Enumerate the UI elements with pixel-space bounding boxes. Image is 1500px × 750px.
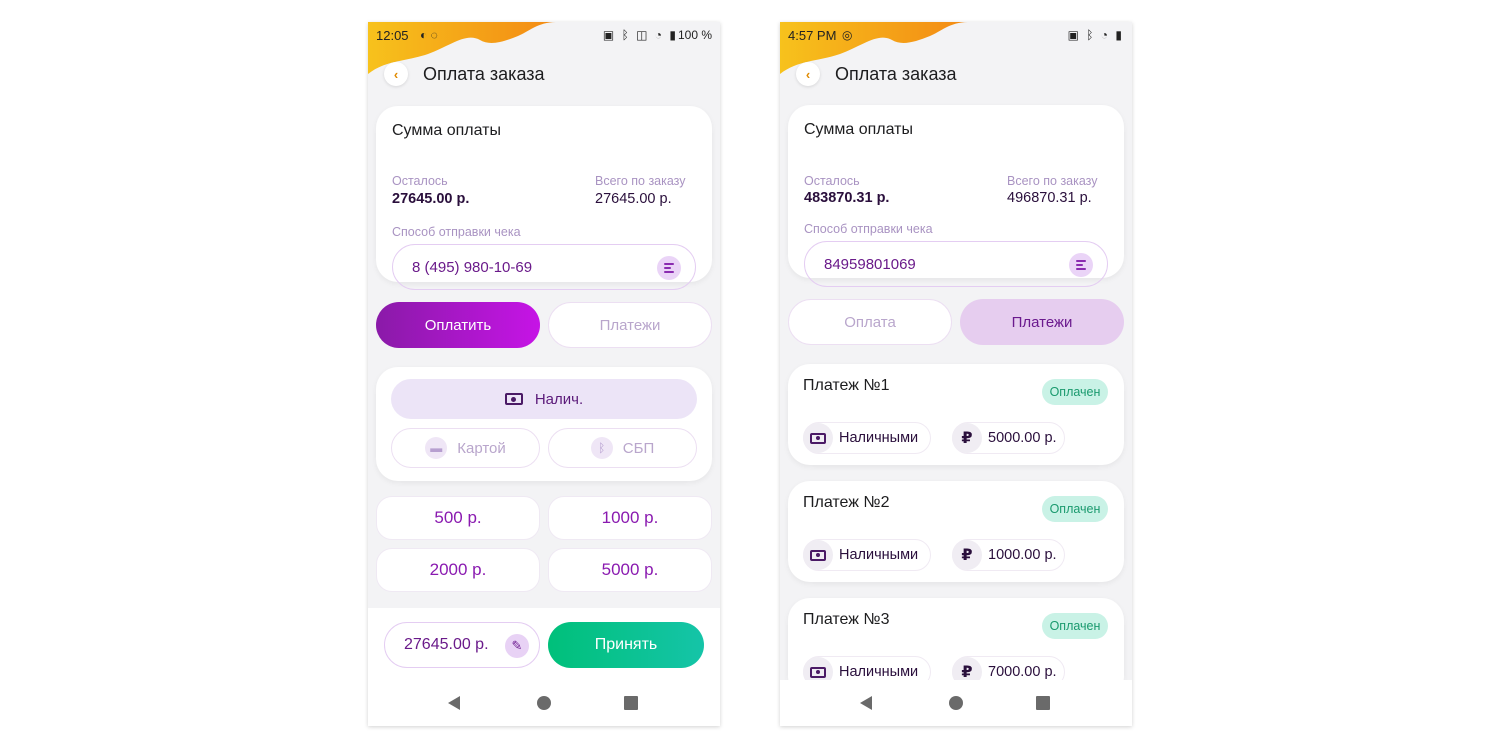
ruble-icon: ₽ xyxy=(952,540,982,570)
payment-method-label: Наличными xyxy=(839,664,919,680)
sum-title: Сумма оплаты xyxy=(804,121,913,138)
nav-home-icon[interactable] xyxy=(537,696,551,710)
total-label: Всего по заказу xyxy=(595,174,686,188)
remaining-label: Осталось xyxy=(392,174,448,188)
receipt-method-label: Способ отправки чека xyxy=(392,225,521,239)
status-time: 12:05 xyxy=(376,28,409,43)
payment-amount-value: 5000.00 р. xyxy=(988,430,1057,446)
payment-item-card[interactable]: Платеж №2 Оплачен Наличными ₽ 1000.00 р. xyxy=(788,481,1124,582)
pencil-icon[interactable]: ✎ xyxy=(505,634,529,658)
quick-amount-button[interactable]: 1000 р. xyxy=(548,496,712,540)
nav-back-icon[interactable] xyxy=(860,696,872,710)
method-sbp-label: СБП xyxy=(622,439,655,457)
payment-amount-value: 7000.00 р. xyxy=(988,664,1057,680)
nav-recent-icon[interactable] xyxy=(1036,696,1050,710)
tab-pay[interactable]: Оплатить xyxy=(376,302,540,348)
list-menu-icon[interactable] xyxy=(1069,253,1093,277)
phone-screen-payments: 4:57 PM ◎ ▣ ᛒ ◔ ▮ ‹ Оплата заказа Сумма … xyxy=(780,22,1132,726)
method-cash-label: Налич. xyxy=(534,390,584,408)
receipt-method-label: Способ отправки чека xyxy=(804,222,933,236)
status-bar: 4:57 PM ◎ ▣ ᛒ ◔ ▮ xyxy=(780,22,1132,48)
total-value: 27645.00 р. xyxy=(595,191,672,207)
payment-amount-chip: ₽ 1000.00 р. xyxy=(952,539,1065,571)
android-nav-bar xyxy=(368,680,720,726)
payment-amount-value: 1000.00 р. xyxy=(988,547,1057,563)
sbp-icon: ᛒ xyxy=(590,437,613,459)
notification-icons: ◐ ◌ xyxy=(420,28,438,42)
payment-method-label: Наличными xyxy=(839,547,919,563)
back-button[interactable]: ‹ xyxy=(384,62,408,86)
total-label: Всего по заказу xyxy=(1007,174,1098,188)
payment-method-chip: Наличными xyxy=(803,422,931,454)
nav-home-icon[interactable] xyxy=(949,696,963,710)
cash-icon xyxy=(803,540,833,570)
status-badge: Оплачен xyxy=(1042,613,1108,639)
receipt-contact-value: 84959801069 xyxy=(824,256,916,273)
page-title: Оплата заказа xyxy=(423,64,545,84)
chevron-left-icon: ‹ xyxy=(805,66,811,82)
payment-sum-card: Сумма оплаты Осталось 483870.31 р. Всего… xyxy=(788,105,1124,287)
total-value: 496870.31 р. xyxy=(1007,190,1092,206)
payment-title: Платеж №2 xyxy=(803,494,890,511)
cash-icon xyxy=(803,423,833,453)
receipt-contact-field[interactable]: 84959801069 xyxy=(804,241,1108,287)
payment-method-label: Наличными xyxy=(839,430,919,446)
remaining-label: Осталось xyxy=(804,174,860,188)
back-button[interactable]: ‹ xyxy=(796,62,820,86)
accept-button[interactable]: Принять xyxy=(548,622,704,668)
chevron-left-icon: ‹ xyxy=(393,66,399,82)
payment-title: Платеж №3 xyxy=(803,611,890,628)
tab-payments[interactable]: Платежи xyxy=(548,302,712,348)
nav-recent-icon[interactable] xyxy=(624,696,638,710)
payment-amount-chip: ₽ 5000.00 р. xyxy=(952,422,1065,454)
tab-pay[interactable]: Оплата xyxy=(788,299,952,345)
payment-title: Платеж №1 xyxy=(803,377,890,394)
status-badge: Оплачен xyxy=(1042,379,1108,405)
tab-payments[interactable]: Платежи xyxy=(960,299,1124,345)
quick-amount-button[interactable]: 2000 р. xyxy=(376,548,540,592)
system-icons: ▣ ᛒ ◫ ◔ ▮100 % xyxy=(602,28,712,42)
receipt-contact-field[interactable]: 8 (495) 980-10-69 xyxy=(392,244,696,290)
status-bar: 12:05 ◐ ◌ ▣ ᛒ ◫ ◔ ▮100 % xyxy=(368,22,720,48)
ruble-icon: ₽ xyxy=(952,423,982,453)
method-card-label: Картой xyxy=(457,439,506,457)
credit-card-icon: ▬ xyxy=(425,437,448,459)
payment-method-card: Налич. ▬ Картой ᛒ СБП xyxy=(376,367,712,481)
payment-method-chip: Наличными xyxy=(803,539,931,571)
sum-title: Сумма оплаты xyxy=(392,122,501,139)
nav-back-icon[interactable] xyxy=(448,696,460,710)
phone-screen-pay: 12:05 ◐ ◌ ▣ ᛒ ◫ ◔ ▮100 % ‹ Оплата заказа… xyxy=(368,22,720,726)
remaining-value: 27645.00 р. xyxy=(392,191,470,207)
method-card-button[interactable]: ▬ Картой xyxy=(391,428,540,468)
receipt-contact-value: 8 (495) 980-10-69 xyxy=(412,259,533,276)
amount-input-value: 27645.00 р. xyxy=(404,636,489,653)
method-cash-button[interactable]: Налич. xyxy=(391,379,697,419)
amount-input[interactable]: 27645.00 р. ✎ xyxy=(384,622,540,668)
status-badge: Оплачен xyxy=(1042,496,1108,522)
quick-amount-button[interactable]: 500 р. xyxy=(376,496,540,540)
system-icons: ▣ ᛒ ◔ ▮ xyxy=(1067,28,1124,42)
payment-item-card[interactable]: Платеж №1 Оплачен Наличными ₽ 5000.00 р. xyxy=(788,364,1124,465)
page-title: Оплата заказа xyxy=(835,64,957,84)
battery-level: 100 % xyxy=(677,28,712,42)
remaining-value: 483870.31 р. xyxy=(804,190,890,206)
quick-amount-button[interactable]: 5000 р. xyxy=(548,548,712,592)
cash-icon xyxy=(504,393,523,405)
method-sbp-button[interactable]: ᛒ СБП xyxy=(548,428,697,468)
list-menu-icon[interactable] xyxy=(657,256,681,280)
notification-icons: ◎ xyxy=(842,28,853,42)
status-time: 4:57 PM xyxy=(788,28,837,43)
payment-sum-card: Сумма оплаты Осталось 27645.00 р. Всего … xyxy=(376,106,712,290)
android-nav-bar xyxy=(780,680,1132,726)
